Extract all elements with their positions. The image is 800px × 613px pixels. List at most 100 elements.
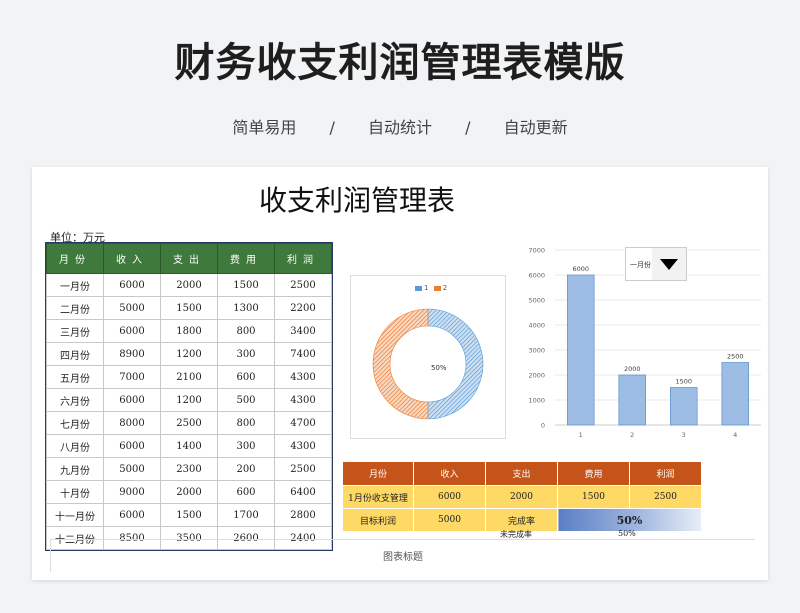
y-tick-label: 3000: [528, 347, 545, 355]
chevron-down-icon[interactable]: [652, 248, 686, 280]
monthly-table: 月份 收入 支出 费用 利润 一月份 6000 2000 1500 2500 二月份 500…: [45, 242, 333, 551]
table-row: 九月份 5000 2300 200 2500: [46, 457, 332, 481]
target-value: 5000: [413, 508, 486, 532]
table-cell: 6000: [103, 388, 161, 412]
column-header: 月份: [46, 243, 104, 274]
chart-title: 图表标题: [383, 552, 423, 563]
table-cell: 6000: [103, 273, 161, 297]
table-cell: 6000: [103, 434, 161, 458]
x-tick-label: 4: [733, 431, 737, 437]
table-cell: 600: [217, 480, 275, 504]
unfinished-rate-value: 50%: [618, 529, 636, 538]
tag-auto-update: 自动更新: [503, 118, 568, 137]
dropdown-value: 一月份: [630, 261, 651, 269]
y-tick-label: 4000: [528, 322, 545, 330]
subtitle-tags: 简单易用 / 自动统计 / 自动更新: [0, 114, 800, 138]
tag-separator: /: [329, 118, 335, 137]
donut-svg: [372, 308, 484, 420]
table-cell: 800: [217, 411, 275, 435]
table-row: 七月份 8000 2500 800 4700: [46, 411, 332, 435]
table-cell: 八月份: [46, 434, 104, 458]
table-cell: 1500: [160, 296, 218, 320]
table-cell: 2300: [160, 457, 218, 481]
table-cell: 五月份: [46, 365, 104, 389]
sheet-title: 收支利润管理表: [258, 184, 455, 217]
x-tick-label: 2: [630, 431, 634, 437]
tag-easy: 简单易用: [232, 118, 297, 137]
table-cell: 十月份: [46, 480, 104, 504]
table-cell: 9000: [103, 480, 161, 504]
column-header: 利润: [274, 243, 332, 274]
table-cell: 600: [217, 365, 275, 389]
table-row: 十一月份 6000 1500 1700 2800: [46, 503, 332, 527]
spreadsheet-preview: 收支利润管理表 单位：万元 月份 收入 支出 费用 利润 一月份 6000 2000…: [32, 167, 768, 580]
bar-data-label: 2500: [727, 353, 744, 361]
table-cell: 2100: [160, 365, 218, 389]
x-tick-label: 3: [682, 431, 686, 437]
table-cell: 2500: [274, 457, 332, 481]
table-cell: 1200: [160, 342, 218, 366]
month-dropdown[interactable]: 一月份: [625, 247, 687, 281]
summary-header-row: 月份 收入 支出 费用 利润: [342, 461, 702, 486]
table-cell: 6000: [103, 503, 161, 527]
table-cell: 200: [217, 457, 275, 481]
bar-data-label: 6000: [572, 265, 589, 273]
table-cell: 1500: [160, 503, 218, 527]
summary-header: 费用: [557, 461, 630, 486]
table-cell: 800: [217, 319, 275, 343]
table-cell: 8000: [103, 411, 161, 435]
table-body: 一月份 6000 2000 1500 2500 二月份 5000 1500 1300 2200 三月…: [46, 273, 332, 550]
table-cell: 2200: [274, 296, 332, 320]
table-cell: 二月份: [46, 296, 104, 320]
table-cell: 十一月份: [46, 503, 104, 527]
table-cell: 5000: [103, 296, 161, 320]
table-cell: 4300: [274, 365, 332, 389]
table-cell: 7400: [274, 342, 332, 366]
summary-row-month: 1月份收支管理 6000 2000 1500 2500: [342, 485, 702, 509]
column-header: 支出: [160, 243, 218, 274]
table-cell: 4300: [274, 434, 332, 458]
summary-table: 月份 收入 支出 费用 利润 1月份收支管理 6000 2000 1500 25…: [342, 461, 702, 532]
table-cell: 一月份: [46, 273, 104, 297]
tag-separator: /: [465, 118, 471, 137]
table-cell: 2500: [160, 411, 218, 435]
bar-data-label: 1500: [675, 378, 692, 386]
y-tick-label: 6000: [528, 272, 545, 280]
summary-header: 月份: [342, 461, 414, 486]
table-row: 一月份 6000 2000 1500 2500: [46, 273, 332, 297]
summary-cell: 2500: [629, 485, 702, 509]
column-header: 费用: [217, 243, 275, 274]
bar-data-label: 2000: [624, 365, 641, 373]
summary-header: 利润: [629, 461, 702, 486]
table-cell: 7000: [103, 365, 161, 389]
table-row: 八月份 6000 1400 300 4300: [46, 434, 332, 458]
table-cell: 4700: [274, 411, 332, 435]
table-row: 四月份 8900 1200 300 7400: [46, 342, 332, 366]
table-cell: 三月份: [46, 319, 104, 343]
table-cell: 四月份: [46, 342, 104, 366]
y-tick-label: 0: [541, 422, 545, 430]
table-cell: 300: [217, 434, 275, 458]
table-cell: 4300: [274, 388, 332, 412]
donut-chart: 1 2 50%: [350, 275, 506, 439]
table-header-row: 月份 收入 支出 费用 利润: [46, 243, 332, 274]
table-cell: 1800: [160, 319, 218, 343]
summary-cell: 1月份收支管理: [342, 485, 414, 509]
bar-3: [670, 387, 698, 426]
table-cell: 2000: [160, 480, 218, 504]
table-cell: 8900: [103, 342, 161, 366]
bar-1: [567, 274, 595, 426]
table-cell: 500: [217, 388, 275, 412]
table-row: 六月份 6000 1200 500 4300: [46, 388, 332, 412]
target-label: 目标利润: [342, 508, 414, 532]
table-cell: 1700: [217, 503, 275, 527]
summary-cell: 2000: [485, 485, 558, 509]
chart-title-area: 图表标题: [50, 539, 755, 572]
table-cell: 2500: [274, 273, 332, 297]
table-cell: 1300: [217, 296, 275, 320]
table-row: 三月份 6000 1800 800 3400: [46, 319, 332, 343]
page-title: 财务收支利润管理表模版: [174, 40, 626, 86]
y-tick-label: 5000: [528, 297, 545, 305]
y-tick-label: 7000: [528, 247, 545, 255]
y-tick-label: 2000: [528, 372, 545, 380]
